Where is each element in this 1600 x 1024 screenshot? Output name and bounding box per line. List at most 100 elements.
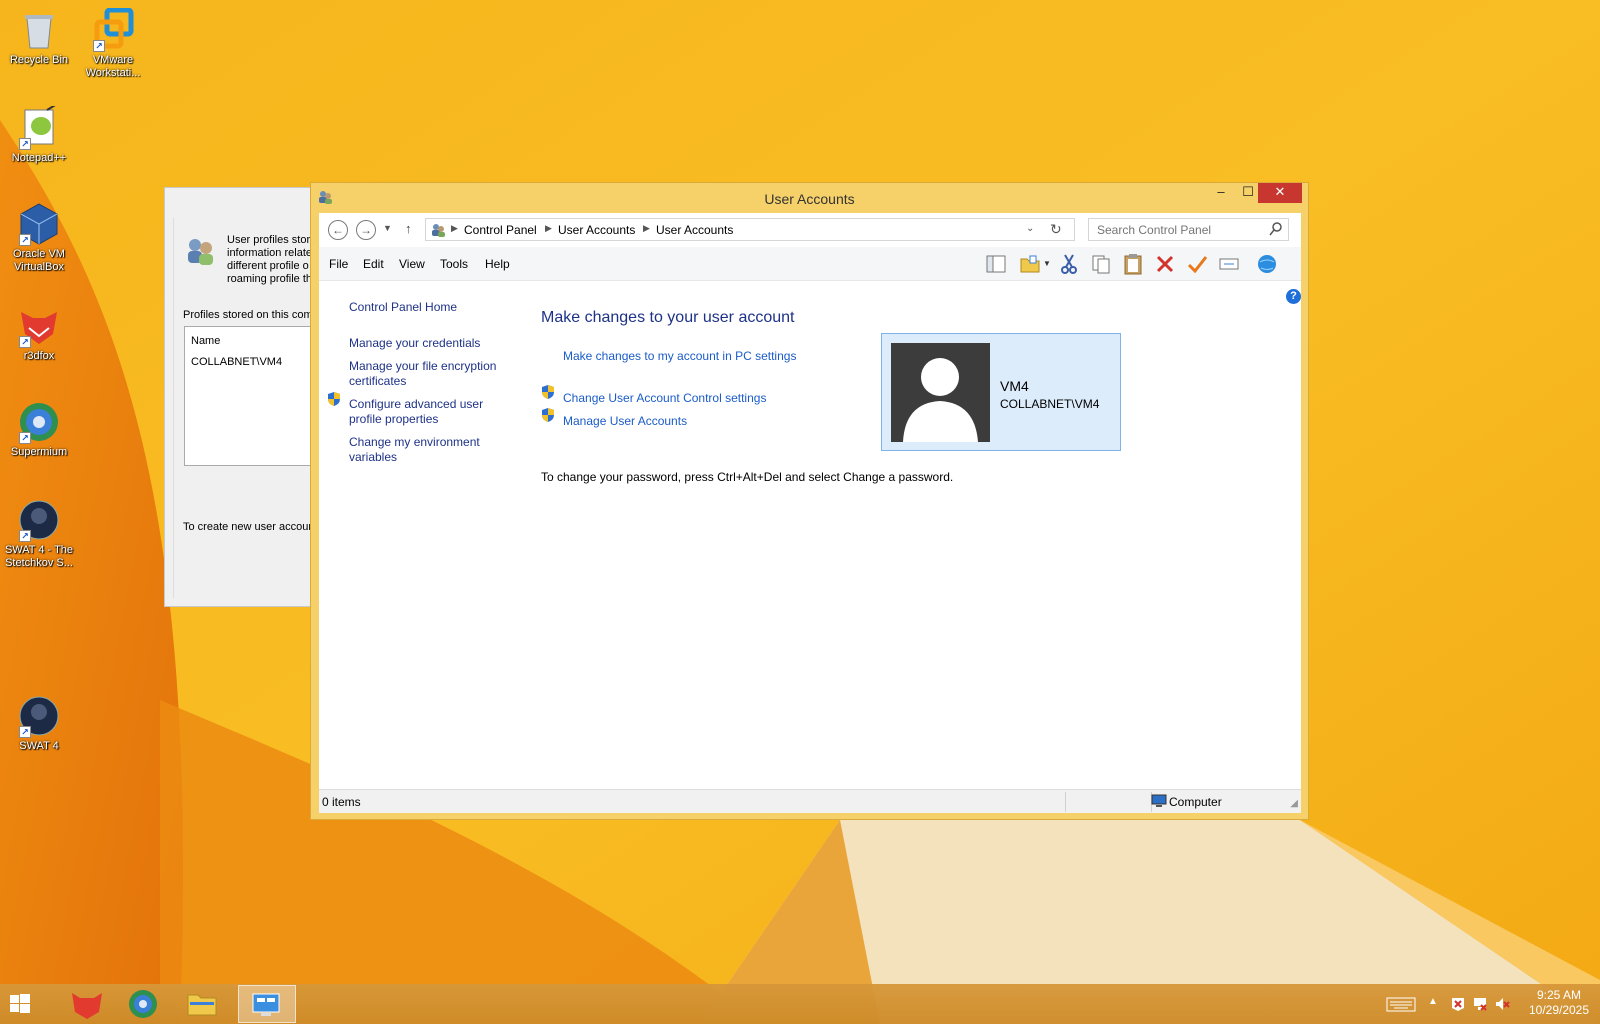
list-header-name[interactable]: Name (191, 335, 220, 347)
desktop-icon-label: SWAT 4 (19, 740, 59, 752)
control-panel-home-link[interactable]: Control Panel Home (349, 300, 519, 315)
pc-settings-link[interactable]: Make changes to my account in PC setting… (563, 349, 796, 363)
user-profiles-icon (185, 236, 215, 266)
back-arrow-icon: ← (332, 223, 344, 237)
taskbar-file-explorer[interactable] (178, 985, 236, 1023)
content-title: Make changes to your user account (541, 309, 795, 326)
address-bar[interactable]: ▶ Control Panel ▶ User Accounts ▶ User A… (425, 218, 1075, 241)
account-tile[interactable]: VM4 COLLABNET\VM4 (881, 333, 1121, 451)
desktop-icon-notepad-plus-plus[interactable]: ↗ Notepad++ (0, 103, 78, 165)
address-dropdown-icon[interactable]: ⌄ (1026, 223, 1034, 234)
desktop-icon-label: r3dfox (23, 350, 55, 362)
change-environment-variables-link[interactable]: Change my environment variables (349, 435, 499, 465)
breadcrumb-separator-icon[interactable]: ▶ (451, 223, 458, 234)
show-hidden-icons-icon[interactable]: ▲ (1428, 996, 1444, 1012)
close-button[interactable]: ✕ (1258, 183, 1302, 203)
shortcut-arrow-icon: ↗ (19, 726, 31, 738)
desktop-icon-supermium[interactable]: ↗ Supermium (0, 400, 78, 459)
taskbar-clock[interactable]: 9:25 AM 10/29/2025 (1522, 988, 1596, 1018)
desktop-icon-recycle-bin[interactable]: Recycle Bin (0, 8, 78, 67)
copy-icon[interactable] (1090, 253, 1112, 275)
taskbar-supermium[interactable] (118, 985, 176, 1023)
taskbar-control-panel[interactable] (238, 985, 296, 1023)
avatar (891, 343, 990, 442)
folder-options-icon[interactable] (1019, 253, 1041, 275)
profiles-description: User profiles stor information relate di… (227, 234, 312, 285)
forward-button[interactable]: → (356, 220, 376, 240)
refresh-icon[interactable]: ↻ (1050, 221, 1062, 238)
title-bar[interactable]: User Accounts – ☐ ✕ (311, 183, 1308, 213)
profiles-listbox[interactable]: Name COLLABNET\VM4 (184, 326, 324, 466)
user-accounts-window[interactable]: User Accounts – ☐ ✕ ← → ▼ ↑ ▶ Control Pa… (310, 182, 1309, 820)
swat4-icon: ↗ (17, 498, 61, 542)
clock-time: 9:25 AM (1536, 988, 1582, 1002)
recent-locations-button[interactable]: ▼ (383, 223, 392, 233)
resize-grip-icon[interactable]: ◢ (1290, 798, 1298, 809)
help-icon[interactable]: ? (1286, 289, 1301, 304)
volume-muted-icon[interactable] (1494, 996, 1510, 1012)
layout-icon[interactable] (985, 253, 1007, 275)
up-arrow-icon: ↑ (405, 221, 412, 236)
menu-help[interactable]: Help (485, 257, 510, 271)
back-button[interactable]: ← (328, 220, 348, 240)
vmware-icon: ↗ (91, 7, 135, 52)
status-item-count: 0 items (322, 795, 361, 809)
breadcrumb-control-panel[interactable]: Control Panel (464, 223, 537, 237)
search-input[interactable] (1089, 219, 1265, 240)
menu-tools[interactable]: Tools (440, 257, 468, 271)
network-icon[interactable] (1472, 996, 1488, 1012)
shortcut-arrow-icon: ↗ (93, 40, 105, 52)
desktop-icon-swat4[interactable]: ↗ SWAT 4 (0, 694, 78, 753)
search-box[interactable] (1088, 218, 1289, 241)
paste-icon[interactable] (1122, 253, 1144, 275)
clock-date: 10/29/2025 (1528, 1003, 1590, 1017)
rename-icon[interactable] (1218, 253, 1240, 275)
delete-icon[interactable] (1154, 253, 1176, 275)
manage-encryption-link[interactable]: Manage your file encryption certificates (349, 359, 509, 389)
desktop-icon-r3dfox[interactable]: ↗ r3dfox (0, 304, 78, 363)
profiles-stored-label: Profiles stored on this com (183, 309, 313, 321)
account-name: VM4 (1000, 378, 1029, 394)
desktop-icon-swat4-stetchkov[interactable]: ↗ SWAT 4 - The Stetchkov S... (0, 498, 78, 570)
file-explorer-icon (187, 994, 217, 1016)
cut-icon[interactable] (1058, 253, 1080, 275)
folder-options-dropdown-icon[interactable]: ▼ (1043, 259, 1051, 268)
start-icon (10, 994, 30, 1013)
desktop-icon-vmware[interactable]: ↗ VMware Workstati... (74, 7, 152, 80)
user-profiles-dialog[interactable]: User profiles stor information relate di… (164, 187, 324, 607)
control-panel-icon (252, 993, 280, 1016)
manage-user-accounts-link[interactable]: Manage User Accounts (563, 414, 687, 428)
breadcrumb-separator-icon[interactable]: ▶ (643, 223, 650, 234)
menu-file[interactable]: File (329, 257, 348, 271)
desktop-icon-virtualbox[interactable]: ↗ Oracle VM VirtualBox (0, 202, 78, 274)
search-icon[interactable] (1269, 221, 1283, 240)
properties-check-icon[interactable] (1186, 253, 1208, 275)
list-item[interactable]: COLLABNET\VM4 (191, 356, 282, 368)
breadcrumb-separator-icon[interactable]: ▶ (545, 223, 552, 234)
desktop-icon-label: SWAT 4 - The Stetchkov S... (4, 544, 74, 569)
window-title: User Accounts (764, 191, 855, 207)
chevron-down-icon: ▼ (383, 223, 392, 233)
taskbar-r3dfox[interactable] (58, 985, 116, 1023)
start-button[interactable] (0, 985, 58, 1023)
desktop-icon-label: VMware Workstati... (85, 54, 141, 79)
shortcut-arrow-icon: ↗ (19, 530, 31, 542)
action-center-icon[interactable] (1450, 996, 1466, 1012)
computer-icon (1151, 793, 1167, 812)
menu-view[interactable]: View (399, 257, 425, 271)
manage-credentials-link[interactable]: Manage your credentials (349, 336, 519, 351)
supermium-icon (129, 990, 157, 1018)
menu-edit[interactable]: Edit (363, 257, 384, 271)
minimize-button[interactable]: – (1208, 183, 1234, 203)
desktop-icon-label: Oracle VM VirtualBox (13, 248, 65, 273)
breadcrumb-user-accounts-current[interactable]: User Accounts (656, 223, 733, 237)
notepad-plus-plus-icon: ↗ (17, 103, 61, 150)
up-button[interactable]: ↑ (405, 221, 412, 236)
window-client-area: ← → ▼ ↑ ▶ Control Panel ▶ User Accounts … (319, 213, 1301, 813)
shortcut-arrow-icon: ↗ (19, 336, 31, 348)
uac-settings-link[interactable]: Change User Account Control settings (563, 391, 766, 405)
network-globe-icon[interactable] (1256, 253, 1278, 275)
configure-advanced-profile-link[interactable]: Configure advanced user profile properti… (349, 397, 499, 427)
touch-keyboard-icon[interactable] (1386, 996, 1416, 1012)
breadcrumb-user-accounts[interactable]: User Accounts (558, 223, 635, 237)
